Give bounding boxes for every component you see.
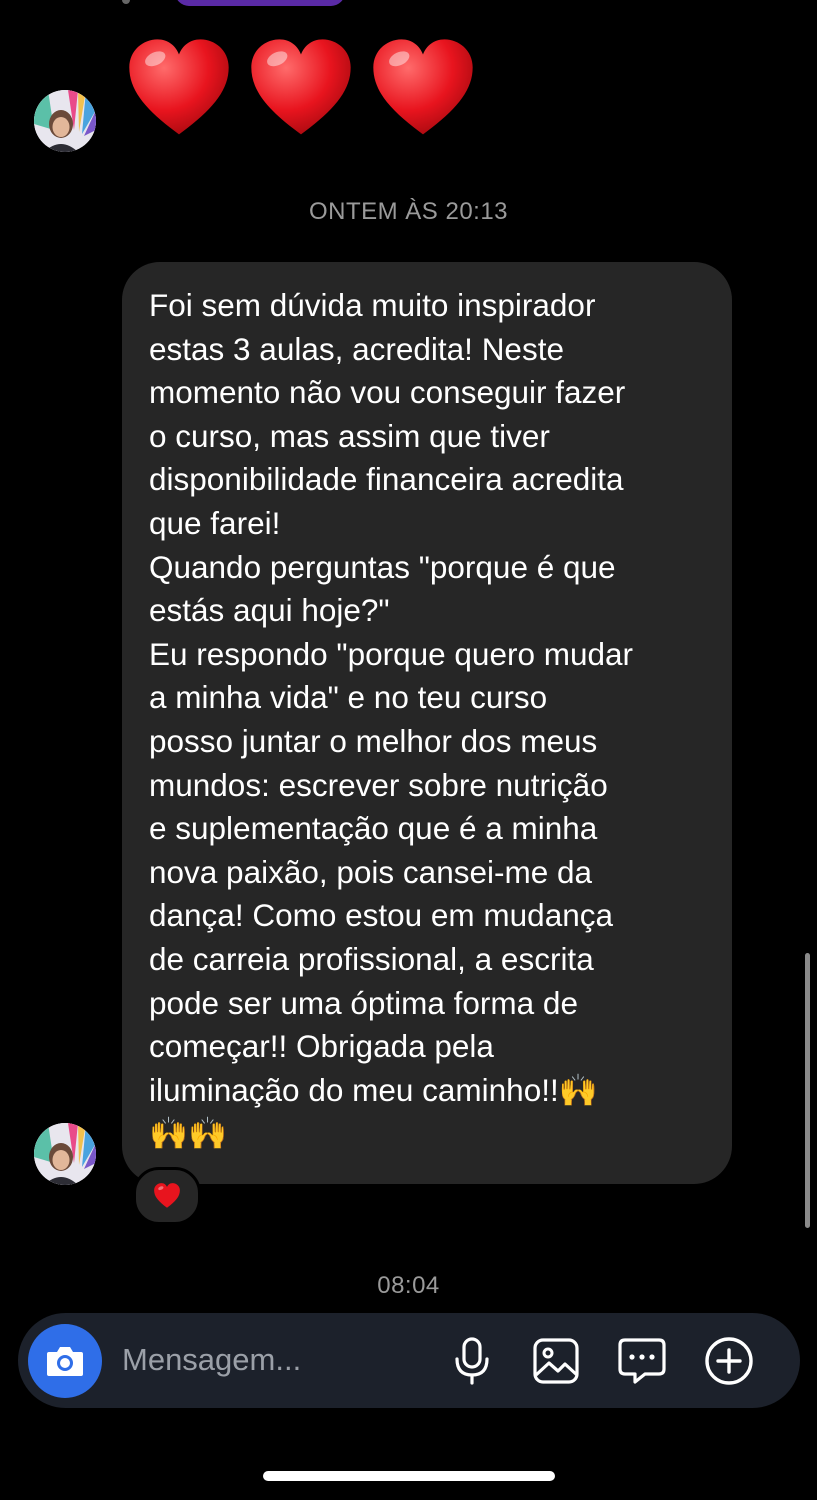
message-line: posso juntar o melhor dos meus xyxy=(149,722,598,759)
message-line: iluminação do meu caminho!!🙌 xyxy=(149,1071,598,1108)
message-line: de carreia profissional, a escrita xyxy=(149,940,594,977)
message-line: estas 3 aulas, acredita! Neste xyxy=(149,330,564,367)
contact-avatar[interactable] xyxy=(34,90,96,152)
timestamp: ONTEM ÀS 20:13 xyxy=(308,198,509,225)
scrollbar[interactable] xyxy=(805,953,810,1228)
message-line: mundos: escrever sobre nutrição xyxy=(149,766,608,803)
received-message-bubble[interactable]: Foi sem dúvida muito inspirador estas 3 a… xyxy=(122,262,732,1184)
gallery-icon xyxy=(533,1338,579,1384)
message-line: 🙌🙌 xyxy=(149,1115,228,1152)
message-line: Foi sem dúvida muito inspirador xyxy=(149,287,596,323)
contact-avatar[interactable] xyxy=(34,1123,96,1185)
home-indicator[interactable] xyxy=(263,1471,555,1481)
message-line: nova paixão, pois cansei-me da xyxy=(149,853,593,890)
heart-icon xyxy=(251,39,351,135)
sticker-chat-icon xyxy=(618,1338,666,1384)
camera-button[interactable] xyxy=(28,1324,102,1398)
message-input[interactable]: Mensagem... xyxy=(122,1342,301,1378)
message-line: a minha vida" e no teu curso xyxy=(149,679,548,716)
message-composer: Mensagem... xyxy=(18,1313,800,1408)
message-line: o curso, mas assim que tiver xyxy=(149,417,550,454)
heart-icon xyxy=(373,39,473,135)
hearts-message[interactable] xyxy=(125,35,477,143)
message-line: Eu respondo "porque quero mudar xyxy=(149,635,634,672)
heart-icon xyxy=(129,39,229,135)
microphone-icon xyxy=(455,1337,489,1385)
scroll-indicator-dot xyxy=(122,0,130,4)
plus-icon xyxy=(705,1337,753,1385)
timestamp: 08:04 xyxy=(377,1272,440,1299)
voice-button[interactable] xyxy=(446,1335,498,1387)
message-line: estás aqui hoje?" xyxy=(149,592,390,629)
camera-icon xyxy=(47,1347,83,1376)
more-button[interactable] xyxy=(703,1335,755,1387)
message-line: começar!! Obrigada pela xyxy=(149,1028,494,1065)
message-line: disponibilidade financeira acredita xyxy=(149,461,624,498)
sticker-button[interactable] xyxy=(616,1335,668,1387)
message-line: momento não vou conseguir fazer xyxy=(149,374,626,411)
message-line: dança! Como estou em mudança xyxy=(149,897,614,934)
message-line: que farei! xyxy=(149,504,281,541)
message-line: pode ser uma óptima forma de xyxy=(149,984,578,1021)
message-line: e suplementação que é a minha xyxy=(149,810,598,847)
gallery-button[interactable] xyxy=(530,1335,582,1387)
message-text: Foi sem dúvida muito inspirador estas 3 a… xyxy=(149,284,706,1156)
previous-message-bubble[interactable] xyxy=(175,0,345,6)
heart-reaction[interactable] xyxy=(133,1167,201,1225)
red-heart-icon xyxy=(154,1183,180,1208)
message-line: Quando perguntas "porque é que xyxy=(149,548,616,585)
